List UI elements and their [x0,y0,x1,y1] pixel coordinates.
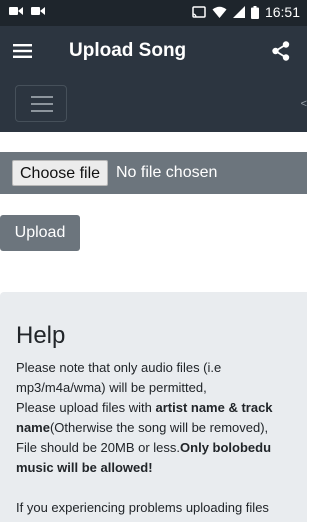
status-left-icons [9,6,45,16]
help-title: Help [16,322,66,349]
upload-button[interactable]: Upload [0,215,80,251]
hamburger-menu-icon[interactable] [13,44,32,58]
app-title: Upload Song [69,40,187,61]
choose-file-button[interactable]: Choose file [12,160,109,186]
status-time: 16:51 [264,4,300,20]
help-card: Help Please note that only audio files (… [0,292,307,522]
help-line-naming-prefix: Please upload files with [16,400,156,415]
nav-edge-mark: < [300,98,307,110]
video-camera-icon [9,7,23,15]
toggle-bar [31,96,53,98]
help-line-audio-formats: Please note that only audio files (i.e m… [16,360,222,395]
battery-icon [250,5,259,19]
help-more-text: If you experiencing problems uploading f… [16,500,269,515]
status-bar: 16:51 [0,0,307,26]
wifi-icon [212,6,227,18]
video-camera-icon [31,7,45,15]
file-status-text: No file chosen [116,164,218,181]
help-line-size-prefix: File should be 20MB or less. [16,440,181,455]
help-line-naming-suffix: (Otherwise the song will be removed), [49,420,269,435]
status-right-icons: 16:51 [192,4,300,20]
nav-strip: < [0,78,307,132]
share-icon[interactable] [272,41,290,61]
cast-icon [192,6,206,18]
app-bar: Upload Song [0,26,307,78]
toggle-bar [31,103,53,105]
signal-icon [232,6,245,18]
toggle-bar [31,110,53,112]
help-text: Please note that only audio files (i.e m… [16,358,302,478]
file-input[interactable]: Choose file No file chosen [0,152,307,194]
navbar-toggle-button[interactable] [15,85,67,122]
